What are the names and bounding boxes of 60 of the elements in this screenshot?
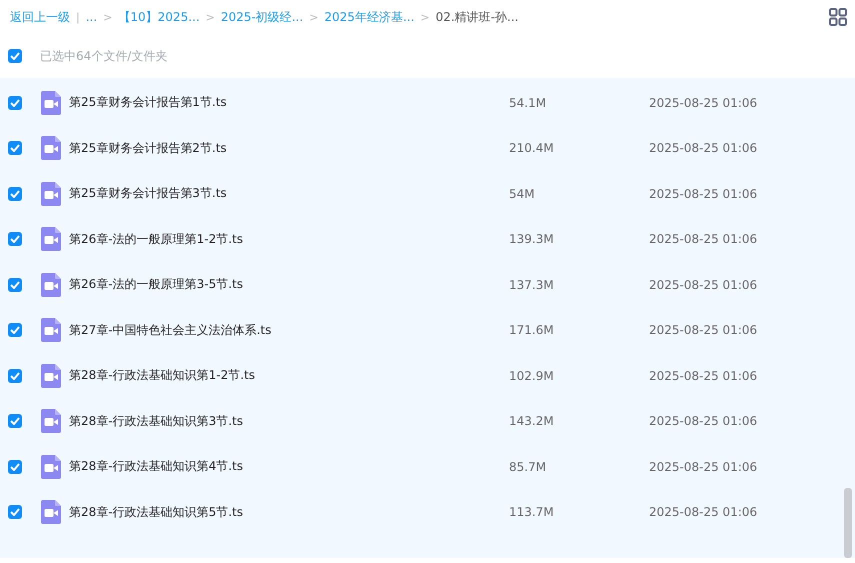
file-name[interactable]: 第25章财务会计报告第3节.ts [69, 185, 509, 202]
file-name[interactable]: 第25章财务会计报告第2节.ts [69, 140, 509, 157]
video-file-icon [41, 136, 61, 160]
selection-count: 已选中64个文件/文件夹 [40, 48, 168, 64]
row-checkbox[interactable] [8, 141, 22, 156]
breadcrumb-separator: > [206, 10, 215, 24]
file-size: 54.1M [509, 96, 548, 110]
video-file-icon [41, 409, 61, 434]
modified-time: 2025-08-25 01:06 [649, 368, 758, 383]
file-size: 85.7M [509, 460, 548, 474]
row-checkbox[interactable] [8, 186, 22, 201]
file-size: 210.4M [509, 141, 555, 156]
modified-time: 2025-08-25 01:06 [649, 278, 758, 292]
video-file-icon [41, 227, 61, 252]
modified-time: 2025-08-25 01:06 [649, 323, 758, 338]
row-checkbox[interactable] [8, 460, 22, 474]
file-name[interactable]: 第27章-中国特色社会主义法治体系.ts [69, 322, 509, 339]
video-file-icon [41, 454, 61, 479]
row-checkbox[interactable] [8, 278, 22, 292]
file-name[interactable]: 第28章-行政法基础知识第4节.ts [69, 458, 509, 476]
file-size: 113.7M [509, 505, 555, 520]
modified-time: 2025-08-25 01:06 [649, 141, 758, 156]
file-name[interactable]: 第26章-法的一般原理第1-2节.ts [69, 230, 509, 248]
row-checkbox[interactable] [8, 368, 22, 383]
breadcrumb-separator: > [309, 10, 318, 24]
breadcrumb-divider: | [76, 10, 80, 24]
video-file-icon [41, 318, 61, 342]
video-file-icon [41, 90, 61, 115]
video-file-icon [41, 272, 61, 297]
file-size: 54M [509, 186, 536, 201]
row-checkbox[interactable] [8, 96, 22, 110]
modified-time: 2025-08-25 01:06 [649, 232, 758, 246]
modified-time: 2025-08-25 01:06 [649, 96, 758, 110]
file-size: 171.6M [509, 323, 555, 338]
modified-time: 2025-08-25 01:06 [649, 186, 758, 201]
scrollbar-thumb[interactable] [844, 488, 852, 558]
file-size: 139.3M [509, 232, 555, 246]
file-size: 102.9M [509, 368, 555, 383]
modified-time: 2025-08-25 01:06 [649, 505, 758, 520]
file-name[interactable]: 第25章财务会计报告第1节.ts [69, 94, 509, 112]
row-checkbox[interactable] [8, 505, 22, 520]
row-checkbox[interactable] [8, 323, 22, 338]
modified-time: 2025-08-25 01:06 [649, 460, 758, 474]
breadcrumb-item[interactable]: 02.精讲班-孙... [436, 8, 518, 26]
breadcrumb-separator: > [420, 10, 430, 24]
video-file-icon [41, 500, 61, 524]
video-file-icon [41, 182, 61, 206]
row-checkbox[interactable] [8, 232, 22, 246]
breadcrumb-separator: > [103, 10, 112, 24]
file-size: 137.3M [509, 278, 555, 292]
modified-time: 2025-08-25 01:06 [649, 414, 758, 428]
file-name[interactable]: 第28章-行政法基础知识第5节.ts [69, 504, 509, 521]
row-checkbox[interactable] [8, 414, 22, 428]
file-name[interactable]: 第28章-行政法基础知识第1-2节.ts [69, 367, 509, 384]
file-name[interactable]: 第28章-行政法基础知识第3节.ts [69, 412, 509, 430]
file-size: 143.2M [509, 414, 555, 428]
grid-view-icon[interactable] [829, 8, 847, 26]
select-all-checkbox[interactable] [8, 49, 22, 63]
video-file-icon [41, 364, 61, 388]
file-name[interactable]: 第26章-法的一般原理第3-5节.ts [69, 276, 509, 294]
